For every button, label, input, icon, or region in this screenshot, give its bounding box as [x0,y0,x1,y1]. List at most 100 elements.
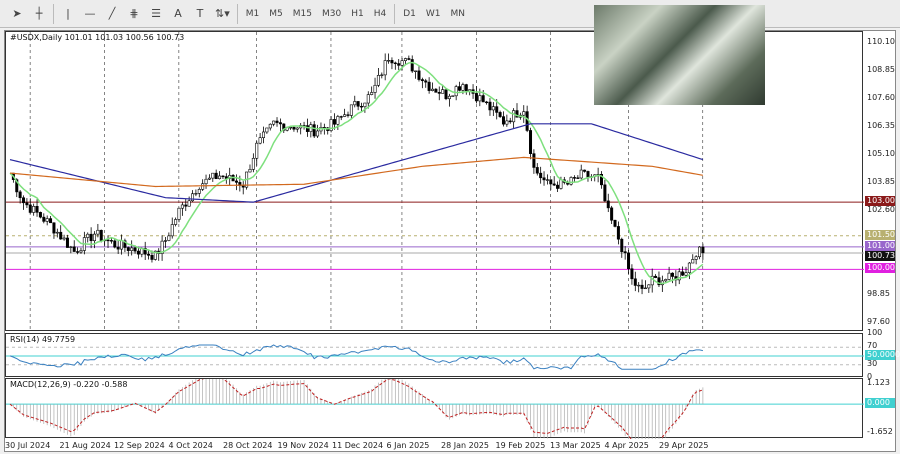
candle [627,252,631,269]
price-tick: 103.85 [867,177,895,187]
candle [414,70,418,72]
candle [643,287,647,290]
candle [187,200,191,207]
fibo-grid-tool[interactable]: ☰ [145,3,167,25]
candle [400,60,404,66]
price-tick: 110.10 [867,37,895,47]
candle [698,246,702,258]
candle [403,58,407,61]
timeframe-d1[interactable]: D1 [398,3,421,25]
candle [295,127,299,130]
fibonacci-tool[interactable]: ⋕ [123,3,145,25]
horizontal-line-tool[interactable]: — [79,3,101,25]
vertical-line-tool[interactable]: | [57,3,79,25]
timeframe-m5[interactable]: M5 [264,3,288,25]
candle [316,130,320,137]
candle [197,189,201,194]
candle [380,74,384,76]
candle [69,246,73,248]
toolbar-separator [53,3,54,24]
candle [525,111,529,131]
timeframe-mn[interactable]: MN [445,3,470,25]
date-label: 19 Nov 2024 [277,441,329,450]
candle [583,169,587,172]
price-tick: 108.85 [867,65,895,75]
candle [512,110,516,123]
date-label: 13 Mar 2025 [550,441,601,450]
candle [194,193,198,195]
candle [363,102,367,108]
candle [261,131,265,138]
rsi-panel[interactable]: RSI(14) 49.7759 [5,333,864,377]
crosshair-tool[interactable]: ┼ [28,3,50,25]
candle [687,262,691,273]
candle [343,114,347,117]
candle [556,184,560,189]
symbol-title: #USDX,Daily 101.01 101.03 100.56 100.73 [10,33,185,42]
candle [109,240,113,242]
candle [59,231,63,240]
arrows-tool[interactable]: ⇅▾ [211,3,234,25]
candle [539,172,543,179]
candle [491,106,495,111]
macd-panel[interactable]: MACD(12,26,9) -0.220 -0.588 [5,378,864,439]
candle [89,233,93,242]
candle [120,240,124,250]
trendline-tool[interactable]: ╱ [101,3,123,25]
candle [508,120,512,123]
timeframe-m30[interactable]: M30 [317,3,346,25]
timeframe-w1[interactable]: W1 [421,3,446,25]
rsi-tick: 70 [867,341,878,351]
cursor-tool[interactable]: ➤ [6,3,28,25]
candle [498,112,502,117]
candle [305,125,309,132]
candle [35,206,39,213]
candle [586,171,590,178]
timeframe-m15[interactable]: M15 [288,3,317,25]
candle [390,60,394,64]
candle [667,272,671,280]
candle [258,137,262,144]
timeframe-m1[interactable]: M1 [241,3,265,25]
candle [441,89,445,94]
crosshair-icon: ┼ [35,7,43,20]
candle [312,124,316,137]
candle [28,204,32,213]
candle [42,216,46,222]
price-panel[interactable]: #USDX,Daily 101.01 101.03 100.56 100.73 [5,5,864,332]
candle [55,231,59,234]
rsi-tick: 100 [867,328,883,337]
horizontal-line-icon: — [84,7,96,20]
text-label-icon: T [196,7,204,20]
candle [96,229,100,235]
candle [255,142,259,159]
candle [451,95,455,97]
timeframe-h1[interactable]: H1 [346,3,369,25]
candle [427,81,431,91]
candle [221,175,225,178]
money-photo [594,5,765,105]
candle [410,59,414,72]
candle [373,84,377,93]
text-label-tool[interactable]: T [189,3,211,25]
text-tool[interactable]: A [167,3,189,25]
candle [420,79,424,82]
candle [579,169,583,179]
price-tag-100.73: 100.73 [865,250,895,261]
candle [126,247,130,251]
candle [447,95,451,100]
candle [272,120,276,125]
candle [38,212,42,218]
candle [464,84,468,92]
candle [248,169,252,173]
candle [349,104,353,116]
trendline-icon: ╱ [108,7,116,20]
candle [72,246,76,252]
candle [572,177,576,179]
candle [458,86,462,91]
candle [376,75,380,86]
macd-tick: 1.123 [867,378,890,388]
macd-title: MACD(12,26,9) -0.220 -0.588 [10,380,128,389]
timeframe-h4[interactable]: H4 [369,3,392,25]
candle [616,226,620,240]
